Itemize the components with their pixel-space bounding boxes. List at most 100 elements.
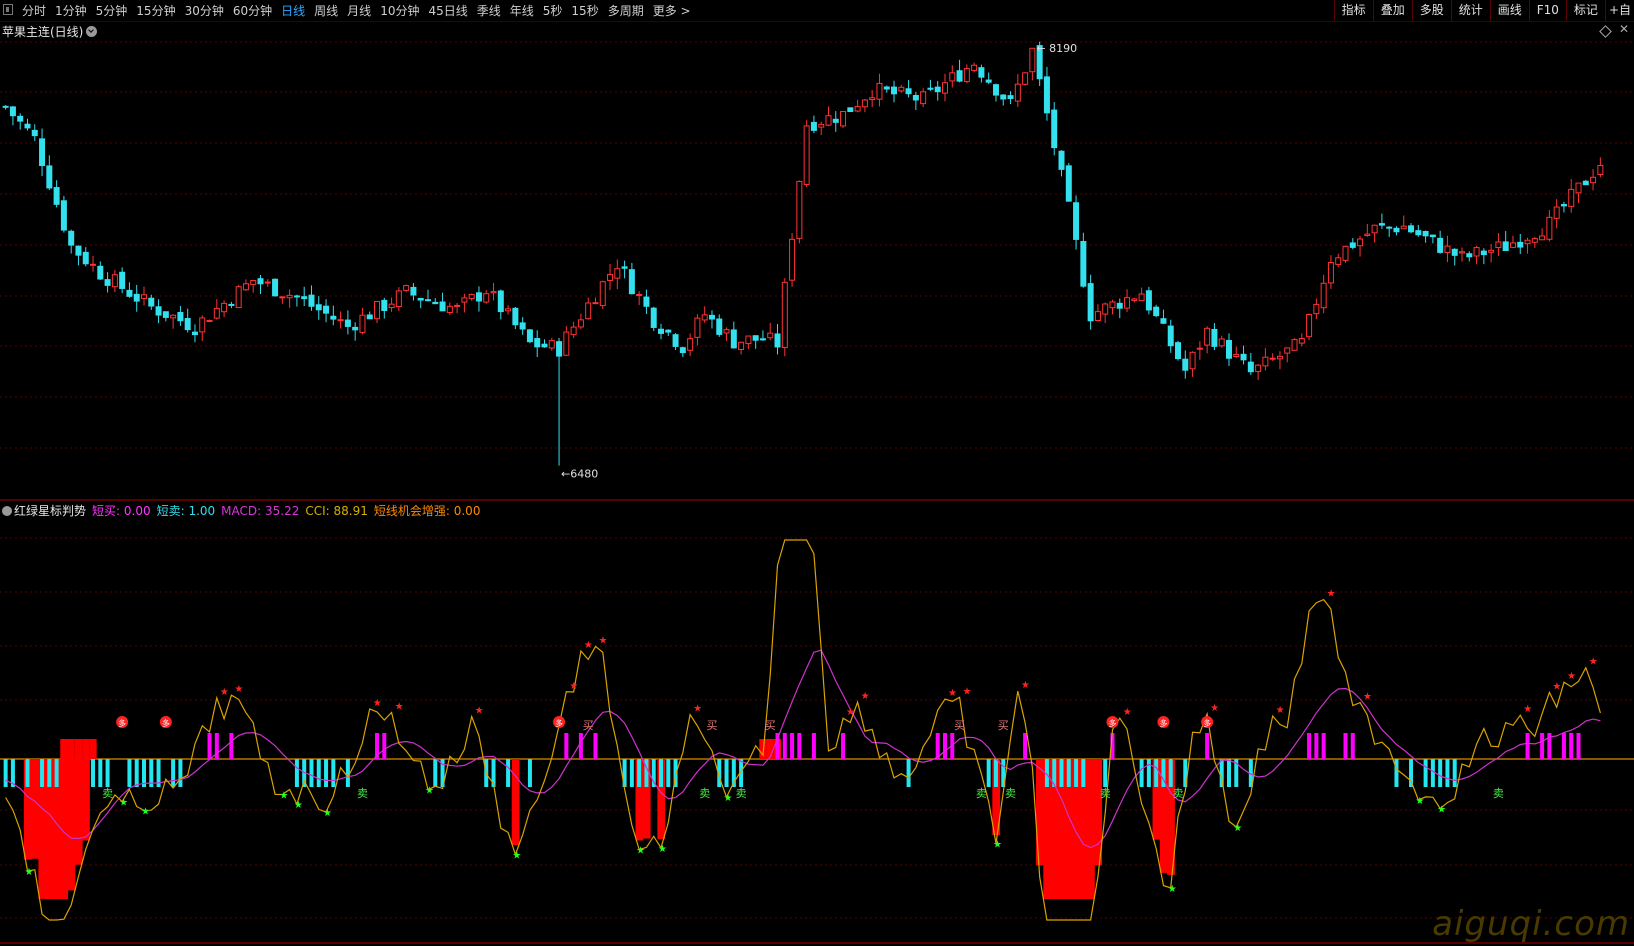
chart-canvas[interactable]: ← 8190 ←6480 ★ ★ ★ ★ ★ ★ ★ ★ ★ ★ ★ ★ ★ ★ ★ ★ ★ ★ ★ ★ ★ ★ ★ ★ ★ ★ ★ ★ ★… <box>0 0 1634 946</box>
candle-body <box>344 319 351 327</box>
candle-body <box>752 335 759 341</box>
candle-body <box>388 303 395 309</box>
candle-body <box>621 266 628 269</box>
candle-body <box>1524 239 1531 245</box>
bull-bar <box>593 733 598 759</box>
bull-bar <box>1569 733 1574 759</box>
candle-body <box>1262 356 1269 367</box>
candle-body <box>1225 339 1232 359</box>
candle-body <box>424 299 431 302</box>
candle-body <box>1000 94 1007 100</box>
candle-body <box>505 308 512 312</box>
candle-body <box>1335 257 1342 265</box>
bear-area <box>31 759 39 859</box>
sell-signal-text: 卖 <box>357 787 368 800</box>
cci-line <box>5 539 1601 921</box>
bull-area <box>82 739 90 759</box>
chevron-down-icon[interactable] <box>86 26 98 37</box>
candle-body <box>410 286 417 296</box>
candle-body <box>1575 182 1582 194</box>
candle-body <box>869 97 876 101</box>
candle-body <box>1590 176 1597 184</box>
red-star: ★ <box>584 640 593 651</box>
bull-area <box>74 739 83 759</box>
candle-body <box>1109 301 1116 309</box>
candle-body <box>730 329 737 349</box>
red-star: ★ <box>693 704 702 715</box>
close-icon[interactable]: ✕ <box>1619 22 1629 36</box>
low-price-label: ←6480 <box>561 468 598 481</box>
green-star: ★ <box>294 800 303 811</box>
candle-body <box>781 281 788 349</box>
candle-body <box>1196 347 1203 350</box>
candle-body <box>789 238 796 281</box>
candle-body <box>796 180 803 239</box>
bear-bar <box>1452 759 1457 787</box>
red-star: ★ <box>861 691 870 702</box>
bear-bar <box>637 759 642 787</box>
candle-body <box>1145 290 1152 311</box>
candle-body <box>1378 223 1385 226</box>
bull-bar <box>1576 733 1581 759</box>
candle-body <box>1480 250 1487 256</box>
buy-circle-text: 多 <box>1203 718 1211 728</box>
candle-body <box>111 274 118 288</box>
candle-body <box>1240 353 1247 361</box>
bear-bar <box>127 759 132 787</box>
chevron-down-icon[interactable] <box>2 506 12 516</box>
candle-body <box>607 274 614 281</box>
candle-body <box>279 296 286 299</box>
bear-bar <box>1219 759 1224 787</box>
bear-bar <box>993 759 998 787</box>
candle-body <box>687 338 694 351</box>
candle-body <box>1539 235 1546 241</box>
candle-body <box>585 302 592 320</box>
bear-bar <box>134 759 139 787</box>
bear-bar <box>1423 759 1428 787</box>
candle-body <box>992 84 999 96</box>
bear-bar <box>47 759 52 787</box>
candle-body <box>548 340 555 349</box>
bear-bar <box>1430 759 1435 787</box>
candle-body <box>366 314 373 320</box>
candle-body <box>512 307 519 326</box>
candle-body <box>1400 225 1407 230</box>
candle-body <box>1065 165 1072 202</box>
candle-body <box>912 95 919 101</box>
red-star: ★ <box>1589 657 1598 668</box>
candle-body <box>745 335 752 345</box>
candle-body <box>330 315 337 320</box>
trading-window: 分时 1分钟 5分钟 15分钟 30分钟 60分钟 日线 周线 月线 10分钟 45日线 季线 年线 5秒… <box>0 0 1634 946</box>
high-price-label: ← 8190 <box>1036 42 1077 55</box>
bear-bar <box>1438 759 1443 787</box>
candle-body <box>1327 262 1334 284</box>
candle-body <box>759 338 766 341</box>
candle-body <box>403 285 410 291</box>
candle-body <box>1007 95 1014 100</box>
bull-area <box>60 739 68 759</box>
candle-body <box>1320 282 1327 309</box>
bear-bar <box>1081 759 1086 787</box>
candle-body <box>861 99 868 108</box>
bear-bar <box>1168 759 1173 787</box>
candle-body <box>191 331 198 336</box>
candle-body <box>286 294 293 299</box>
candle-body <box>490 291 497 294</box>
bear-bar <box>331 759 336 787</box>
bull-bar <box>790 733 795 759</box>
candle-body <box>1138 293 1145 302</box>
candle-body <box>39 138 46 167</box>
red-star: ★ <box>598 635 607 646</box>
bear-bar <box>25 759 30 787</box>
indicator-value-2: MACD: 35.22 <box>221 504 300 518</box>
candle-body <box>1043 76 1050 114</box>
candle-body <box>1422 231 1429 237</box>
red-star: ★ <box>846 707 855 718</box>
candle-body <box>679 347 686 354</box>
bull-bar <box>1314 733 1319 759</box>
candle-body <box>1386 226 1393 229</box>
candle-body <box>199 317 206 333</box>
candle-body <box>1175 342 1182 360</box>
candle-body <box>985 79 992 83</box>
candle-body <box>46 165 53 189</box>
